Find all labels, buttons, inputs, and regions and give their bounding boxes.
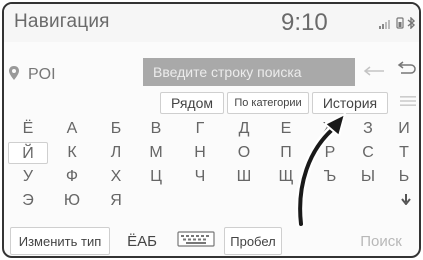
key[interactable]: В — [136, 118, 176, 140]
bottom-bar: Изменить тип ЁАБ Пробел Поиск — [4, 225, 419, 256]
key[interactable]: М — [136, 142, 176, 164]
key[interactable]: С — [348, 142, 388, 164]
status-icons — [379, 16, 416, 34]
app-title: Навигация — [14, 11, 110, 32]
backspace-button[interactable] — [359, 58, 389, 86]
alphabet-layout-button[interactable]: ЁАБ — [116, 227, 168, 255]
clock: 9:10 — [281, 9, 328, 36]
arrow-down-icon — [400, 192, 412, 210]
key[interactable]: Б — [96, 118, 136, 140]
keyboard-layout-button[interactable] — [174, 229, 218, 253]
navigation-screen: Навигация 9:10 POI Рядо — [2, 2, 421, 258]
keyboard-icon — [177, 230, 215, 252]
key[interactable]: Ъ — [310, 166, 350, 188]
key[interactable]: Ю — [52, 190, 92, 212]
key[interactable]: Ц — [136, 166, 176, 188]
scroll-down-button[interactable] — [391, 190, 419, 212]
key[interactable]: Ж — [310, 118, 350, 140]
key[interactable]: Ь — [384, 166, 419, 188]
key[interactable]: Я — [96, 190, 136, 212]
key[interactable]: Ё — [8, 118, 48, 140]
list-button[interactable] — [396, 92, 419, 114]
poi-label: POI — [28, 66, 56, 83]
key[interactable]: З — [348, 118, 388, 140]
cyrillic-keyboard: Ё А Б В Г Д Е Ж З И Й К Л М Н О П Р С Т … — [8, 118, 419, 214]
key[interactable]: Щ — [266, 166, 306, 188]
poi-selector[interactable]: POI — [8, 58, 134, 92]
tab-nearby[interactable]: Рядом — [160, 92, 224, 114]
key[interactable]: Х — [96, 166, 136, 188]
search-input[interactable] — [143, 58, 355, 86]
status-bar: Навигация 9:10 — [4, 4, 419, 42]
key[interactable]: Е — [266, 118, 306, 140]
change-type-button[interactable]: Изменить тип — [10, 227, 110, 255]
return-arrow-icon — [395, 60, 417, 82]
key[interactable]: О — [224, 142, 264, 164]
arrow-left-icon — [363, 63, 385, 81]
key[interactable]: П — [266, 142, 306, 164]
key[interactable]: Й — [8, 142, 48, 164]
key[interactable]: Р — [310, 142, 350, 164]
key-row-2: Й К Л М Н О П Р С Т — [8, 142, 419, 164]
key[interactable]: У — [8, 166, 48, 188]
key[interactable]: Н — [180, 142, 220, 164]
tab-by-category[interactable]: По категории — [227, 92, 309, 114]
key[interactable]: И — [384, 118, 419, 140]
key[interactable]: Т — [384, 142, 419, 164]
search-button[interactable]: Поиск — [344, 227, 418, 255]
key[interactable]: Г — [180, 118, 220, 140]
key[interactable]: Ф — [52, 166, 92, 188]
phone-battery-icon — [396, 16, 404, 34]
return-button[interactable] — [392, 56, 419, 86]
key[interactable]: Д — [224, 118, 264, 140]
key[interactable]: Ы — [348, 166, 388, 188]
key[interactable]: Ч — [180, 166, 220, 188]
key[interactable]: К — [52, 142, 92, 164]
tab-history[interactable]: История — [312, 92, 388, 114]
key[interactable]: Э — [8, 190, 48, 212]
key-row-1: Ё А Б В Г Д Е Ж З И — [8, 118, 419, 140]
location-pin-icon — [8, 65, 20, 86]
list-icon — [400, 94, 416, 112]
key-row-3: У Ф Х Ц Ч Ш Щ Ъ Ы Ь — [8, 166, 419, 188]
space-button[interactable]: Пробел — [224, 227, 282, 255]
key[interactable]: А — [52, 118, 92, 140]
key[interactable]: Ш — [224, 166, 264, 188]
bluetooth-icon — [407, 16, 416, 34]
key[interactable]: Л — [96, 142, 136, 164]
signal-icon — [379, 16, 393, 34]
key-row-4: Э Ю Я — [8, 190, 419, 212]
